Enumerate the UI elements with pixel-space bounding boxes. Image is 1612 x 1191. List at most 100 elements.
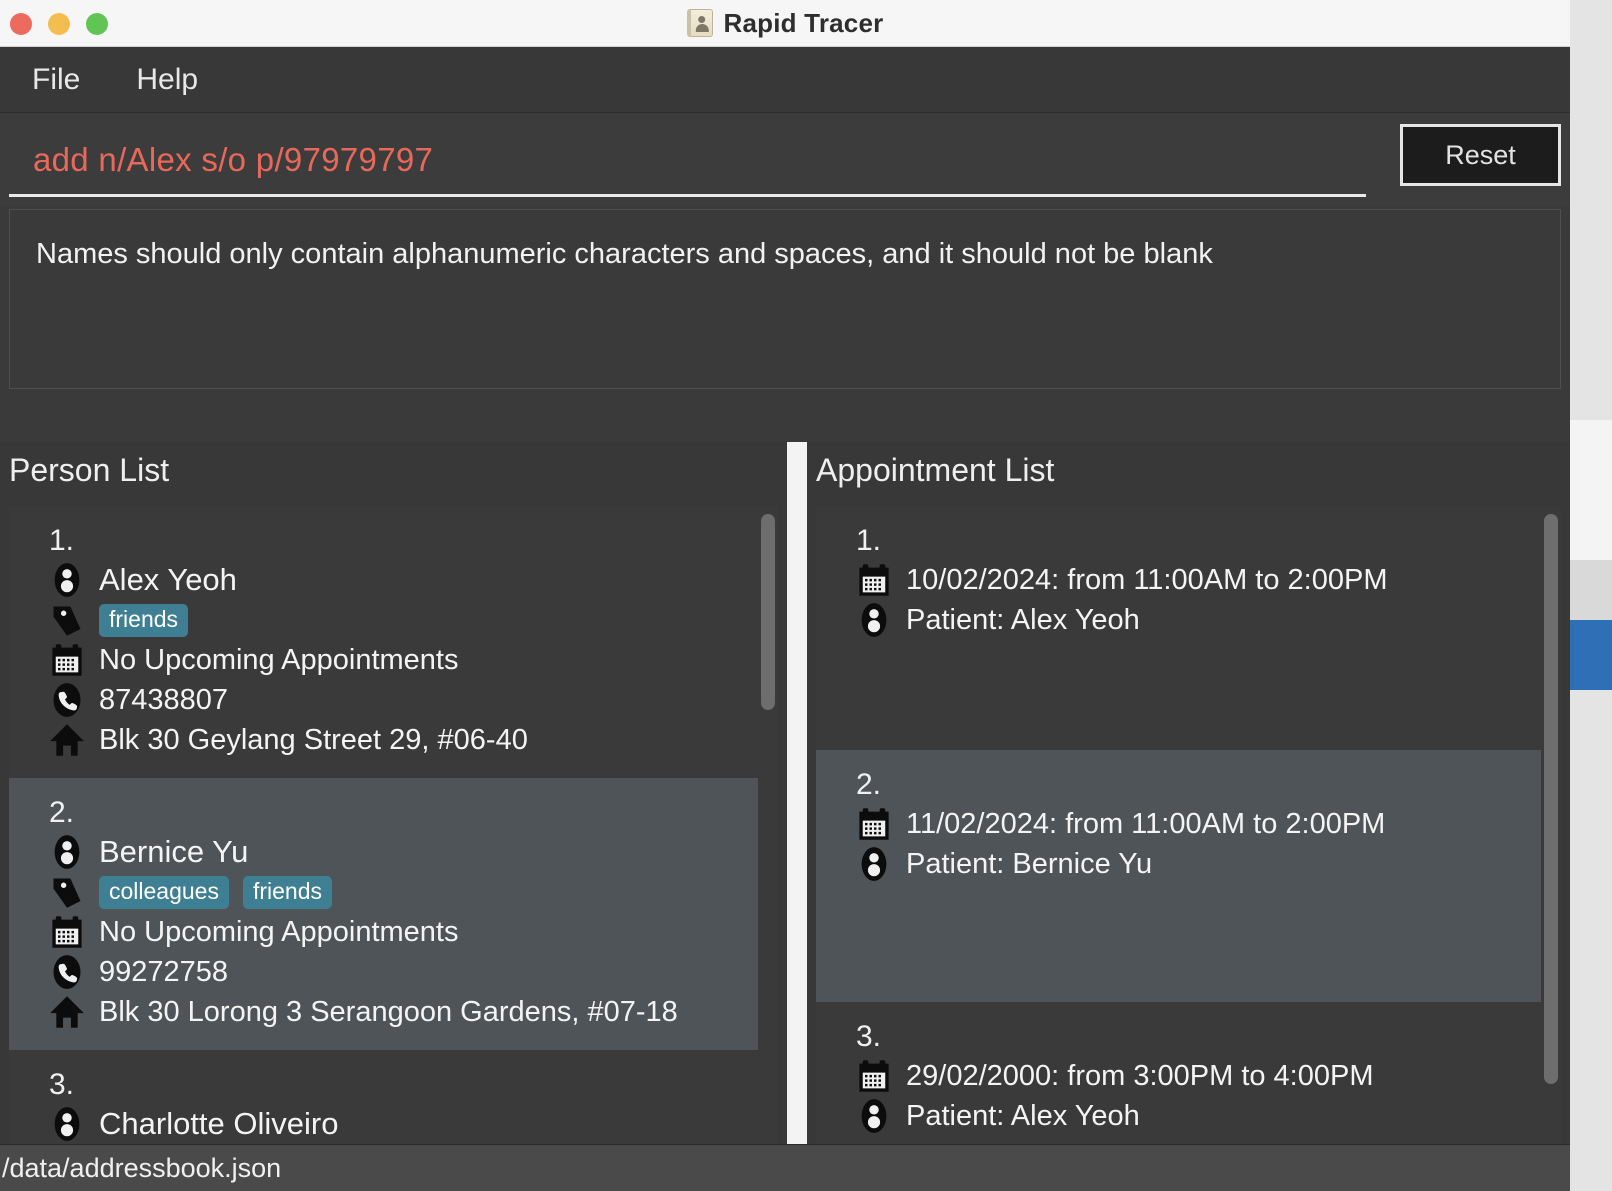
person-address: Blk 30 Lorong 3 Serangoon Gardens, #07-1… [99, 995, 678, 1028]
tag-icon [53, 606, 81, 636]
appointment-card[interactable]: 1. 10/02/2024: from 11:00AM to 2:00PM Pati… [816, 506, 1561, 750]
tag-list: colleagues friends [99, 875, 333, 909]
appointment-patient: Patient: Alex Yeoh [906, 1099, 1140, 1132]
person-card[interactable]: 3. Charlotte Oliveiro [9, 1050, 778, 1144]
appointment-slot: 29/02/2000: from 3:00PM to 4:00PM [906, 1059, 1374, 1092]
person-list-scrollbar-thumb[interactable] [761, 514, 775, 710]
person-name: Charlotte Oliveiro [99, 1106, 339, 1141]
person-tag: friends [99, 603, 189, 637]
appointment-list-scrollbar[interactable] [1541, 506, 1561, 1159]
person-card-index: 2. [49, 796, 75, 829]
person-address-row: Blk 30 Geylang Street 29, #06-40 [49, 720, 778, 760]
person-phone: 99272758 [99, 955, 229, 988]
split-panes: Person List 1. Alex Yeoh friends No Upcomin… [0, 442, 1570, 1159]
appointment-patient-row: Patient: Alex Yeoh [856, 1096, 1561, 1136]
window-controls[interactable] [10, 13, 108, 35]
person-tag: colleagues [99, 875, 229, 909]
calendar-icon [859, 564, 889, 596]
maximize-button-icon[interactable] [86, 13, 108, 35]
person-card-index: 1. [49, 524, 75, 557]
appointment-slot: 11/02/2024: from 11:00AM to 2:00PM [906, 807, 1386, 840]
application-window: File Help add n/Alex s/o p/97979797 Rese… [0, 47, 1570, 1191]
appointment-patient-row: Patient: Alex Yeoh [856, 600, 1561, 640]
appointment-card-index: 2. [856, 768, 882, 801]
calendar-icon [52, 644, 82, 676]
calendar-icon [859, 808, 889, 840]
tag-list: friends [99, 603, 189, 637]
reset-button[interactable]: Reset [1400, 124, 1561, 186]
appointment-patient: Patient: Alex Yeoh [906, 603, 1140, 636]
person-appointment: No Upcoming Appointments [99, 643, 459, 676]
appointment-list-title: Appointment List [816, 452, 1055, 488]
title-bar: Rapid Tracer [0, 0, 1570, 47]
appointment-patient: Patient: Bernice Yu [906, 847, 1153, 880]
appointment-list-scrollbar-thumb[interactable] [1544, 514, 1558, 1084]
home-icon [50, 724, 84, 756]
person-icon [861, 847, 887, 881]
person-appointment-row: No Upcoming Appointments [49, 640, 778, 680]
pane-splitter[interactable] [787, 442, 807, 1159]
person-icon [54, 1107, 80, 1141]
person-phone: 87438807 [99, 683, 229, 716]
person-card-container: 1. Alex Yeoh friends No Upcoming Appointmen… [9, 506, 778, 1144]
phone-icon [53, 955, 81, 989]
person-appointment-row: No Upcoming Appointments [49, 912, 778, 952]
command-input-value[interactable]: add n/Alex s/o p/97979797 [9, 141, 433, 179]
person-name-row: Charlotte Oliveiro [49, 1104, 778, 1144]
menu-help[interactable]: Help [128, 59, 206, 101]
minimize-button-icon[interactable] [48, 13, 70, 35]
appointment-card[interactable]: 3. 29/02/2000: from 3:00PM to 4:00PM Patie… [816, 1002, 1561, 1159]
save-location-path: /data/addressbook.json [2, 1152, 282, 1183]
tag-icon [53, 878, 81, 908]
person-icon [54, 835, 80, 869]
appointment-card-index: 3. [856, 1020, 882, 1053]
calendar-icon [859, 1060, 889, 1092]
person-phone-row: 99272758 [49, 952, 778, 992]
person-list-panel: Person List 1. Alex Yeoh friends No Upcomin… [0, 442, 787, 1159]
appointment-card-index: 1. [856, 524, 882, 557]
person-card[interactable]: 1. Alex Yeoh friends No Upcoming Appointmen… [9, 506, 778, 778]
window-title: Rapid Tracer [723, 7, 884, 38]
command-input[interactable]: add n/Alex s/o p/97979797 [9, 125, 1366, 197]
person-address: Blk 30 Geylang Street 29, #06-40 [99, 723, 528, 756]
person-tag: friends [242, 875, 333, 909]
person-tags-row: colleagues friends [49, 872, 778, 912]
title-wrap: Rapid Tracer [686, 7, 884, 39]
home-icon [50, 996, 84, 1028]
person-appointment: No Upcoming Appointments [99, 915, 459, 948]
result-display: Names should only contain alphanumeric c… [9, 209, 1561, 389]
person-phone-row: 87438807 [49, 680, 778, 720]
person-icon [861, 1099, 887, 1133]
person-icon [861, 603, 887, 637]
appointment-slot-row: 10/02/2024: from 11:00AM to 2:00PM [856, 560, 1561, 600]
person-tags-row: friends [49, 600, 778, 640]
appointment-card[interactable]: 2. 11/02/2024: from 11:00AM to 2:00PM Pati… [816, 750, 1561, 1002]
appointment-list-panel: Appointment List 1. 10/02/2024: from 11:0… [807, 442, 1570, 1159]
status-bar: /data/addressbook.json [0, 1144, 1570, 1191]
command-row: add n/Alex s/o p/97979797 Reset [0, 113, 1570, 206]
appointment-list[interactable]: 1. 10/02/2024: from 11:00AM to 2:00PM Pati… [816, 506, 1561, 1159]
person-list[interactable]: 1. Alex Yeoh friends No Upcoming Appointmen… [9, 506, 778, 1159]
menu-bar: File Help [0, 47, 1570, 113]
appointment-slot: 10/02/2024: from 11:00AM to 2:00PM [906, 563, 1388, 596]
appointment-slot-row: 11/02/2024: from 11:00AM to 2:00PM [856, 804, 1561, 844]
person-card[interactable]: 2. Bernice Yu colleagues friends No Upcoming… [9, 778, 778, 1050]
person-name-row: Alex Yeoh [49, 560, 778, 600]
person-list-scrollbar[interactable] [758, 506, 778, 1159]
person-address-row: Blk 30 Lorong 3 Serangoon Gardens, #07-1… [49, 992, 778, 1032]
result-message: Names should only contain alphanumeric c… [36, 238, 1213, 270]
close-button-icon[interactable] [10, 13, 32, 35]
appointment-card-container: 1. 10/02/2024: from 11:00AM to 2:00PM Pati… [816, 506, 1561, 1159]
phone-icon [53, 683, 81, 717]
person-name-row: Bernice Yu [49, 832, 778, 872]
menu-file[interactable]: File [24, 59, 88, 101]
person-icon [54, 563, 80, 597]
person-card-index: 3. [49, 1068, 75, 1101]
appointment-slot-row: 29/02/2000: from 3:00PM to 4:00PM [856, 1056, 1561, 1096]
person-name: Alex Yeoh [99, 562, 237, 597]
person-list-title: Person List [9, 452, 170, 488]
calendar-icon [52, 916, 82, 948]
address-book-icon [686, 9, 713, 37]
appointment-patient-row: Patient: Bernice Yu [856, 844, 1561, 884]
person-name: Bernice Yu [99, 834, 249, 869]
